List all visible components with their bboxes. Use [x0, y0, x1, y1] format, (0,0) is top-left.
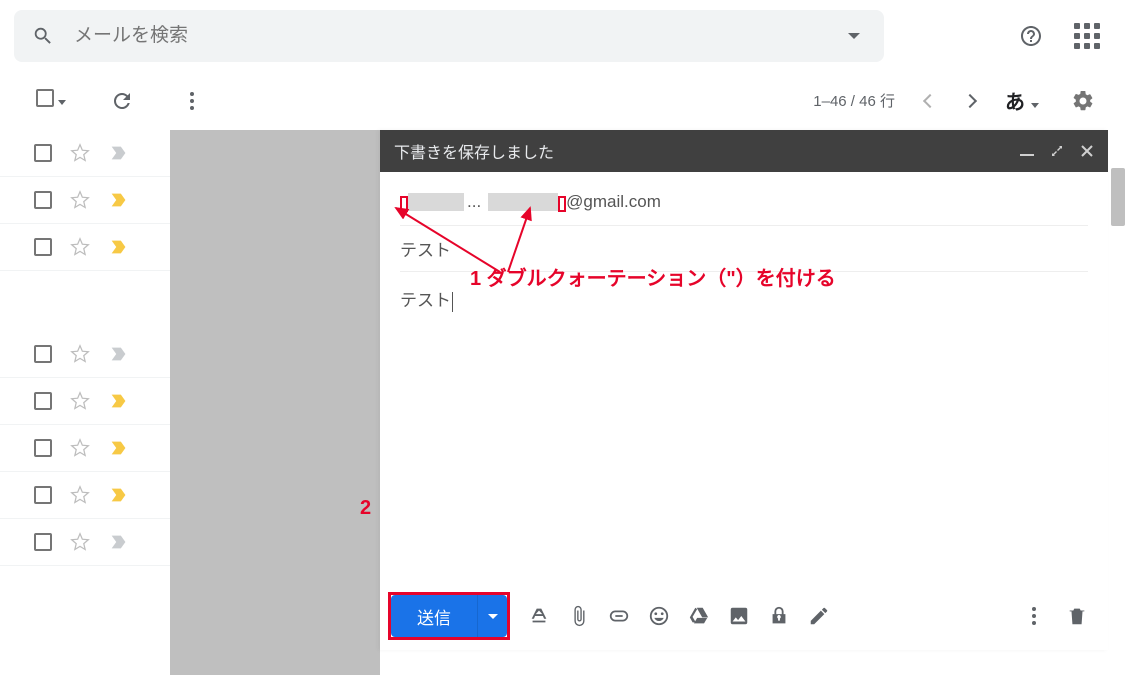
body-field[interactable]: テスト [400, 272, 1088, 322]
mail-list [0, 130, 170, 675]
search-box[interactable] [14, 10, 884, 62]
mail-preview-redacted [170, 130, 380, 675]
importance-icon[interactable] [108, 142, 130, 164]
google-apps-button[interactable] [1073, 22, 1101, 50]
row-checkbox[interactable] [34, 191, 52, 209]
list-item[interactable] [0, 331, 170, 378]
next-page-button[interactable] [963, 93, 977, 107]
importance-icon[interactable] [108, 437, 130, 459]
star-icon[interactable] [70, 485, 90, 505]
star-icon[interactable] [70, 237, 90, 257]
send-options-button[interactable] [477, 595, 507, 637]
compose-header[interactable]: 下書きを保存しました [380, 130, 1108, 172]
insert-signature-button[interactable] [808, 605, 830, 627]
insert-photo-button[interactable] [728, 605, 750, 627]
recipient-domain: @gmail.com [566, 192, 661, 212]
importance-icon[interactable] [108, 189, 130, 211]
minimize-icon [1020, 144, 1034, 158]
more-vert-icon [190, 92, 194, 110]
settings-button[interactable] [1069, 87, 1097, 115]
importance-icon[interactable] [108, 236, 130, 258]
row-checkbox[interactable] [34, 533, 52, 551]
annotation-quote-mark-left [400, 196, 408, 212]
star-icon[interactable] [70, 391, 90, 411]
attach-file-button[interactable] [568, 605, 590, 627]
list-item[interactable] [0, 177, 170, 224]
close-button[interactable] [1080, 144, 1094, 158]
importance-icon[interactable] [108, 531, 130, 553]
star-icon[interactable] [70, 143, 90, 163]
insert-emoji-button[interactable] [648, 605, 670, 627]
list-item[interactable] [0, 425, 170, 472]
select-all-checkbox[interactable] [36, 89, 66, 112]
list-item[interactable] [0, 130, 170, 177]
to-field[interactable]: ... @gmail.com [400, 182, 1088, 226]
support-button[interactable] [1017, 22, 1045, 50]
format-text-button[interactable] [528, 605, 550, 627]
row-checkbox[interactable] [34, 392, 52, 410]
importance-icon[interactable] [108, 484, 130, 506]
row-checkbox[interactable] [34, 238, 52, 256]
redacted-text [408, 193, 464, 211]
insert-drive-button[interactable] [688, 605, 710, 627]
send-button-highlight: 送信 [388, 592, 510, 640]
subject-field[interactable]: テスト [400, 226, 1088, 272]
scrollbar-thumb[interactable] [1111, 168, 1125, 226]
more-vert-icon [1032, 607, 1036, 625]
star-icon[interactable] [70, 344, 90, 364]
confidential-mode-button[interactable] [768, 605, 790, 627]
row-checkbox[interactable] [34, 486, 52, 504]
search-icon [32, 25, 54, 47]
star-icon[interactable] [70, 190, 90, 210]
more-actions-button[interactable] [178, 87, 206, 115]
list-item[interactable] [0, 378, 170, 425]
row-checkbox[interactable] [34, 439, 52, 457]
importance-icon[interactable] [108, 343, 130, 365]
minimize-button[interactable] [1020, 144, 1034, 158]
search-input[interactable] [74, 25, 828, 47]
compose-title: 下書きを保存しました [394, 139, 1004, 163]
refresh-button[interactable] [108, 87, 136, 115]
compose-window: 下書きを保存しました ... @gmail.com テスト テスト [380, 130, 1108, 650]
page-info: 1–46 / 46 行 [813, 90, 895, 111]
recipient-separator: ... [464, 192, 484, 212]
input-method-button[interactable]: あ [1005, 86, 1039, 115]
importance-icon[interactable] [108, 390, 130, 412]
prev-page-button[interactable] [923, 93, 937, 107]
list-item[interactable] [0, 519, 170, 566]
row-checkbox[interactable] [34, 345, 52, 363]
list-item[interactable] [0, 224, 170, 271]
refresh-icon [110, 89, 134, 113]
fullscreen-button[interactable] [1050, 144, 1064, 158]
expand-icon [1050, 144, 1064, 158]
apps-grid-icon [1074, 23, 1100, 49]
text-cursor [452, 292, 453, 312]
row-checkbox[interactable] [34, 144, 52, 162]
chevron-down-icon [488, 614, 498, 619]
star-icon[interactable] [70, 438, 90, 458]
more-options-button[interactable] [1020, 602, 1048, 630]
insert-link-button[interactable] [608, 605, 630, 627]
list-item[interactable] [0, 472, 170, 519]
send-button[interactable]: 送信 [391, 595, 477, 637]
recipient-chip[interactable]: ... @gmail.com [400, 192, 661, 212]
help-icon [1019, 24, 1043, 48]
discard-draft-button[interactable] [1066, 605, 1088, 627]
annotation-quote-mark-right [558, 196, 566, 212]
star-icon[interactable] [70, 532, 90, 552]
close-icon [1080, 144, 1094, 158]
redacted-text [488, 193, 558, 211]
search-options-dropdown[interactable] [848, 33, 860, 39]
gear-icon [1071, 89, 1095, 113]
